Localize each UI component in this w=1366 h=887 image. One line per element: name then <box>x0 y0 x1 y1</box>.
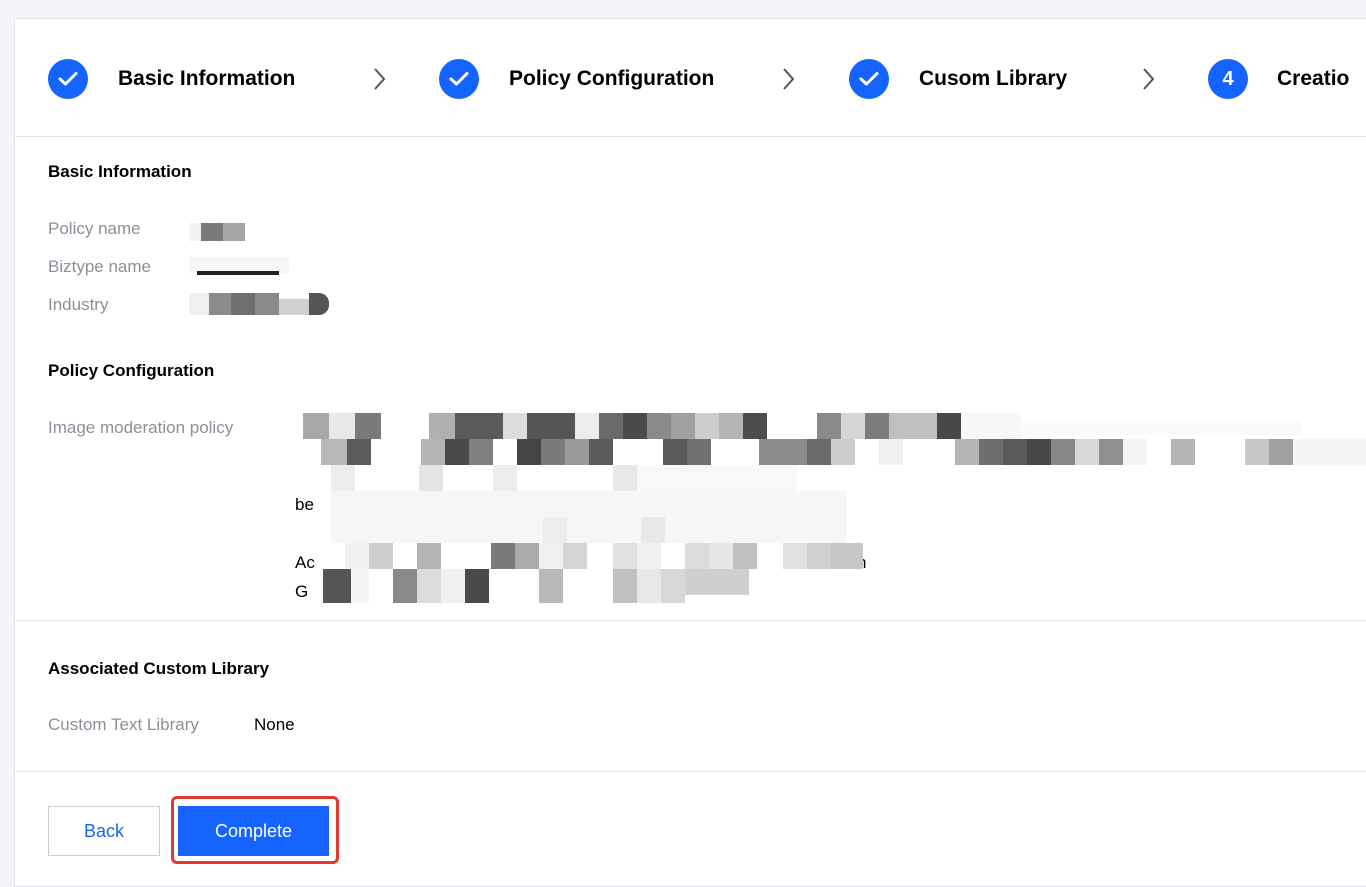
policy-configuration-title: Policy Configuration <box>48 361 215 380</box>
chevron-right-icon <box>374 68 386 90</box>
step-custom-library[interactable]: Cusom Library <box>849 59 1067 99</box>
basic-information-title: Basic Information <box>48 162 192 181</box>
step-label: Cusom Library <box>919 67 1068 90</box>
step-basic-information[interactable]: Basic Information <box>48 59 295 99</box>
step-number-badge: 4 <box>1208 59 1248 99</box>
policy-creation-panel: Basic Information Policy Configuration C… <box>14 18 1366 887</box>
step-indicator: Basic Information Policy Configuration C… <box>15 19 1366 137</box>
biztype-name-label: Biztype name <box>48 257 151 276</box>
step-label: Policy Configuration <box>509 67 715 90</box>
section-divider <box>15 620 1366 621</box>
image-moderation-policy-label: Image moderation policy <box>48 418 234 437</box>
complete-button[interactable]: Complete <box>178 806 329 856</box>
redacted-biztype-name <box>189 257 289 279</box>
step-label: Creatio <box>1277 67 1350 90</box>
section-divider <box>15 771 1366 772</box>
redacted-industry <box>189 293 339 317</box>
policy-name-label: Policy name <box>48 219 141 238</box>
redacted-policy-name <box>189 221 261 243</box>
step-label: Basic Information <box>118 67 296 90</box>
step-policy-configuration[interactable]: Policy Configuration <box>439 59 714 99</box>
custom-text-library-value: None <box>254 715 295 734</box>
chevron-right-icon <box>1143 68 1155 90</box>
chevron-right-icon <box>783 68 795 90</box>
industry-label: Industry <box>48 295 109 314</box>
check-icon <box>849 59 889 99</box>
back-button[interactable]: Back <box>48 806 160 856</box>
step-creation[interactable]: 4 Creatio <box>1208 59 1349 99</box>
custom-text-library-label: Custom Text Library <box>48 715 199 734</box>
associated-custom-library-title: Associated Custom Library <box>48 659 270 678</box>
redacted-policy-content <box>303 413 1366 603</box>
check-icon <box>48 59 88 99</box>
check-icon <box>439 59 479 99</box>
